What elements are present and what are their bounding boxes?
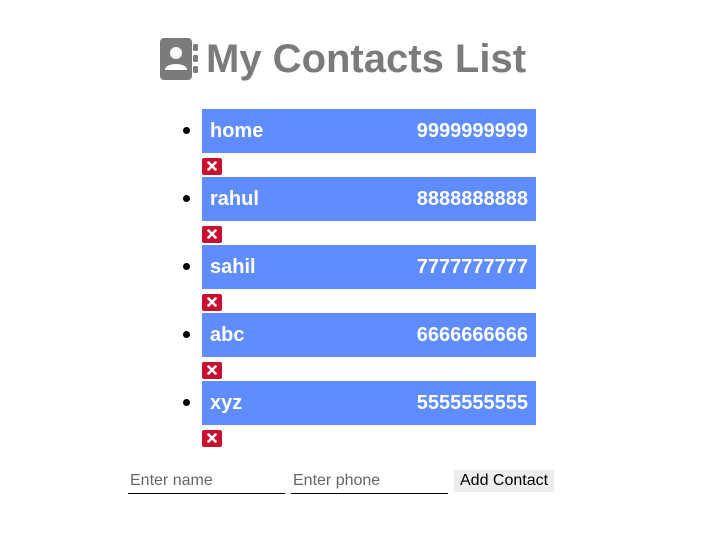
page-header: My Contacts List bbox=[160, 36, 526, 82]
contact-phone: 5555555555 bbox=[416, 391, 528, 414]
delete-contact-button[interactable] bbox=[202, 294, 222, 311]
add-contact-form: Add Contact bbox=[128, 468, 555, 494]
delete-contact-button[interactable] bbox=[202, 158, 222, 175]
contact-phone: 6666666666 bbox=[416, 323, 528, 346]
contact-book-icon bbox=[160, 38, 198, 80]
delete-contact-button[interactable] bbox=[202, 226, 222, 243]
contact-card: rahul 8888888888 bbox=[202, 177, 536, 221]
contact-name: rahul bbox=[210, 187, 259, 210]
close-icon bbox=[207, 158, 217, 176]
close-icon bbox=[207, 430, 217, 448]
bullet bbox=[183, 263, 190, 270]
add-contact-button[interactable]: Add Contact bbox=[454, 470, 555, 492]
name-input[interactable] bbox=[128, 468, 285, 494]
contact-card: sahil 7777777777 bbox=[202, 245, 536, 289]
contact-card: xyz 5555555555 bbox=[202, 381, 536, 425]
contact-phone: 9999999999 bbox=[416, 119, 528, 142]
contact-name: abc bbox=[210, 323, 245, 346]
page-title: My Contacts List bbox=[206, 37, 527, 81]
bullet bbox=[183, 195, 190, 202]
bullet bbox=[183, 331, 190, 338]
contact-card: abc 6666666666 bbox=[202, 313, 536, 357]
contact-name: xyz bbox=[210, 391, 243, 414]
bullet bbox=[183, 127, 190, 134]
close-icon bbox=[207, 294, 217, 312]
close-icon bbox=[207, 226, 217, 244]
contact-phone: 7777777777 bbox=[416, 255, 528, 278]
contact-phone: 8888888888 bbox=[416, 187, 528, 210]
bullet bbox=[183, 399, 190, 406]
contact-name: sahil bbox=[210, 255, 256, 278]
contact-name: home bbox=[210, 119, 264, 142]
phone-input[interactable] bbox=[291, 468, 448, 494]
delete-contact-button[interactable] bbox=[202, 362, 222, 379]
contact-card: home 9999999999 bbox=[202, 109, 536, 153]
close-icon bbox=[207, 362, 217, 380]
contacts-page: My Contacts List home 9999999999 rahul 8888… bbox=[0, 0, 723, 536]
delete-contact-button[interactable] bbox=[202, 430, 222, 447]
